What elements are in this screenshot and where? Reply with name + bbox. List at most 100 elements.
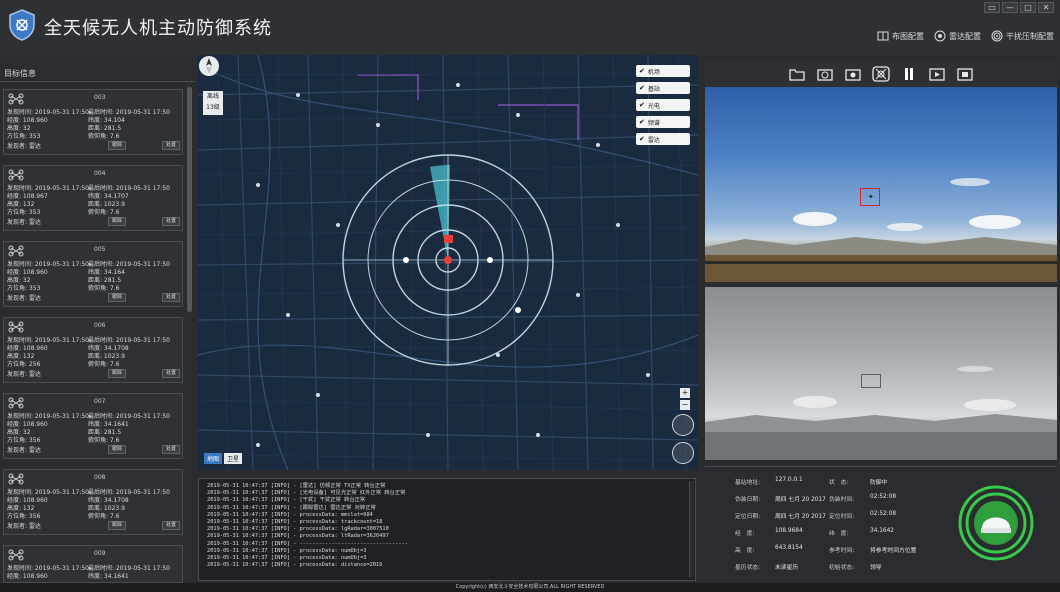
status-k2: 纬 度: [829,531,849,537]
map-view[interactable]: 离线 13级 ✔ 机场 ✔ 基站 ✔ 光电 ✔ 频谱 ✔ 雷达 + − 地图 卫星 [198,55,698,470]
target-id: 009 [94,550,106,557]
field-by: 发现者: 雷达 [7,143,41,150]
drone-icon [8,321,24,333]
pause-icon[interactable] [899,65,919,83]
folder-icon[interactable] [787,65,807,83]
status-v2: 领导 [870,565,882,571]
locate-button[interactable]: 跟踪 [108,521,126,530]
minimize-icon[interactable]: — [1002,2,1018,13]
field-by: 发现者: 雷达 [7,371,41,378]
target-id: 005 [94,246,106,253]
status-k1: 基站地址: [735,480,761,486]
play-record-icon[interactable] [927,65,947,83]
compass-icon[interactable] [198,55,220,77]
target-card[interactable]: 008 发现时间: 2019-05-31 17:50 最后时间: 2019-05-3… [3,469,183,535]
status-v1: 周四 七月 20 2017 [775,497,826,503]
drone-marker-icon: ✦ [868,193,874,201]
field-pitch: 俯仰角: 7.6 [88,361,120,368]
locate-button[interactable]: 跟踪 [108,217,126,226]
log-line: 2019-05-31 10:47:37 [INFO] - processData… [207,555,367,562]
restore-icon[interactable]: ▭ [984,2,1000,13]
layer-toggle-radar[interactable]: ✔ 雷达 [636,133,690,145]
status-v1: 周四 七月 20 2017 [775,514,826,520]
layer-toggle-spectrum[interactable]: ✔ 频谱 [636,116,690,128]
panel-title: 目标信息 [4,69,36,78]
log-line: 2019-05-31 10:47:37 [INFO] - processData… [207,533,389,540]
camera-toolbar [705,62,1057,86]
dispose-button[interactable]: 处置 [162,445,180,454]
drone-icon [8,245,24,257]
locate-button[interactable]: 跟踪 [108,445,126,454]
log-scrollbar[interactable] [689,481,694,577]
target-info-panel: 目标信息 003 发现时间: 2019-05-31 17:50 最后时间: 2019… [0,65,195,583]
tab-map[interactable]: 地图 [204,453,223,464]
maximize-icon[interactable]: □ [1020,2,1036,13]
field-azimuth: 方位角: 353 [7,209,41,216]
layer-label: 机场 [647,68,660,76]
layer-label: 基站 [647,85,660,93]
status-k1: 伪装日期: [735,497,761,503]
radar-config-button[interactable]: 雷达配置 [934,30,981,42]
target-card[interactable]: 006 发现时间: 2019-05-31 17:50 最后时间: 2019-05-3… [3,317,183,383]
check-icon: ✔ [639,84,645,92]
camera-icon[interactable] [815,65,835,83]
close-icon[interactable]: ✕ [1038,2,1054,13]
field-azimuth: 方位角: 356 [7,437,41,444]
log-line: 2019-05-31 10:47:37 [INFO] - -----------… [207,540,408,547]
target-marker[interactable] [444,235,453,243]
field-lon: 经度: 108.960 [7,573,48,580]
app-window: 全天候无人机主动防御系统 ▭ — □ ✕ 布图配置 雷达配置 干扰压制配置 目标… [0,0,1060,592]
target-card[interactable]: 004 发现时间: 2019-05-31 17:50 最后时间: 2019-05-3… [3,165,183,231]
locate-button[interactable]: 跟踪 [108,369,126,378]
status-k1: 经 度: [735,531,755,537]
locate-button[interactable]: 跟踪 [108,141,126,150]
ir-tracking-box[interactable] [861,374,881,388]
infrared-camera-view[interactable] [705,287,1057,460]
status-k1: 星历状态: [735,565,761,571]
status-k2: 状 态: [829,480,849,486]
radar-center-marker[interactable] [444,256,452,264]
field-by: 发现者: 雷达 [7,447,41,454]
locate-icon[interactable] [672,442,694,464]
target-id: 006 [94,322,106,329]
app-title: 全天候无人机主动防御系统 [44,18,272,39]
level-label: 离线 [206,93,219,100]
locate-button[interactable]: 跟踪 [108,293,126,302]
visible-scene [705,178,1057,282]
target-card[interactable]: 007 发现时间: 2019-05-31 17:50 最后时间: 2019-05-3… [3,393,183,459]
jam-config-button[interactable]: 干扰压制配置 [991,30,1054,42]
zoom-in-button[interactable]: + [680,388,690,398]
scrollbar[interactable] [187,87,192,312]
photo-icon[interactable] [843,65,863,83]
target-card[interactable]: 003 发现时间: 2019-05-31 17:50 最后时间: 2019-05-3… [3,89,183,155]
field-pitch: 俯仰角: 7.6 [88,209,120,216]
radar-device-button[interactable] [957,484,1035,562]
map-config-button[interactable]: 布图配置 [877,30,924,42]
layer-toggle-optic[interactable]: ✔ 光电 [636,99,690,111]
dispose-button[interactable]: 处置 [162,217,180,226]
check-icon: ✔ [639,118,645,126]
target-card[interactable]: 009 发现时间: 2019-05-31 17:50 最后时间: 2019-05-3… [3,545,183,583]
status-v1: 未读星历 [775,565,799,571]
zoom-out-button[interactable]: − [680,400,690,410]
log-line: 2019-05-31 10:47:37 [INFO] - processData… [207,519,383,526]
dispose-button[interactable]: 处置 [162,293,180,302]
target-card[interactable]: 005 发现时间: 2019-05-31 17:50 最后时间: 2019-05-3… [3,241,183,307]
dispose-button[interactable]: 处置 [162,141,180,150]
log-console[interactable]: 2019-05-31 10:47:37 [INFO] - [雷达] 仿频正常 T… [198,478,696,581]
layer-toggle-base[interactable]: ✔ 基站 [636,82,690,94]
radar-sweep [430,164,450,260]
field-pitch: 俯仰角: 7.6 [88,437,120,444]
map-config-label: 布图配置 [892,31,924,41]
drone-target-icon[interactable] [871,65,891,83]
fullscreen-icon[interactable] [672,414,694,436]
drone-icon [8,473,24,485]
dispose-button[interactable]: 处置 [162,521,180,530]
layer-toggle-airport[interactable]: ✔ 机场 [636,65,690,77]
visible-camera-view[interactable]: ✦ [705,87,1057,282]
drone-icon [8,169,24,181]
infrared-scene [705,366,1057,460]
stop-record-icon[interactable] [955,65,975,83]
dispose-button[interactable]: 处置 [162,369,180,378]
tab-satellite[interactable]: 卫星 [224,453,243,464]
